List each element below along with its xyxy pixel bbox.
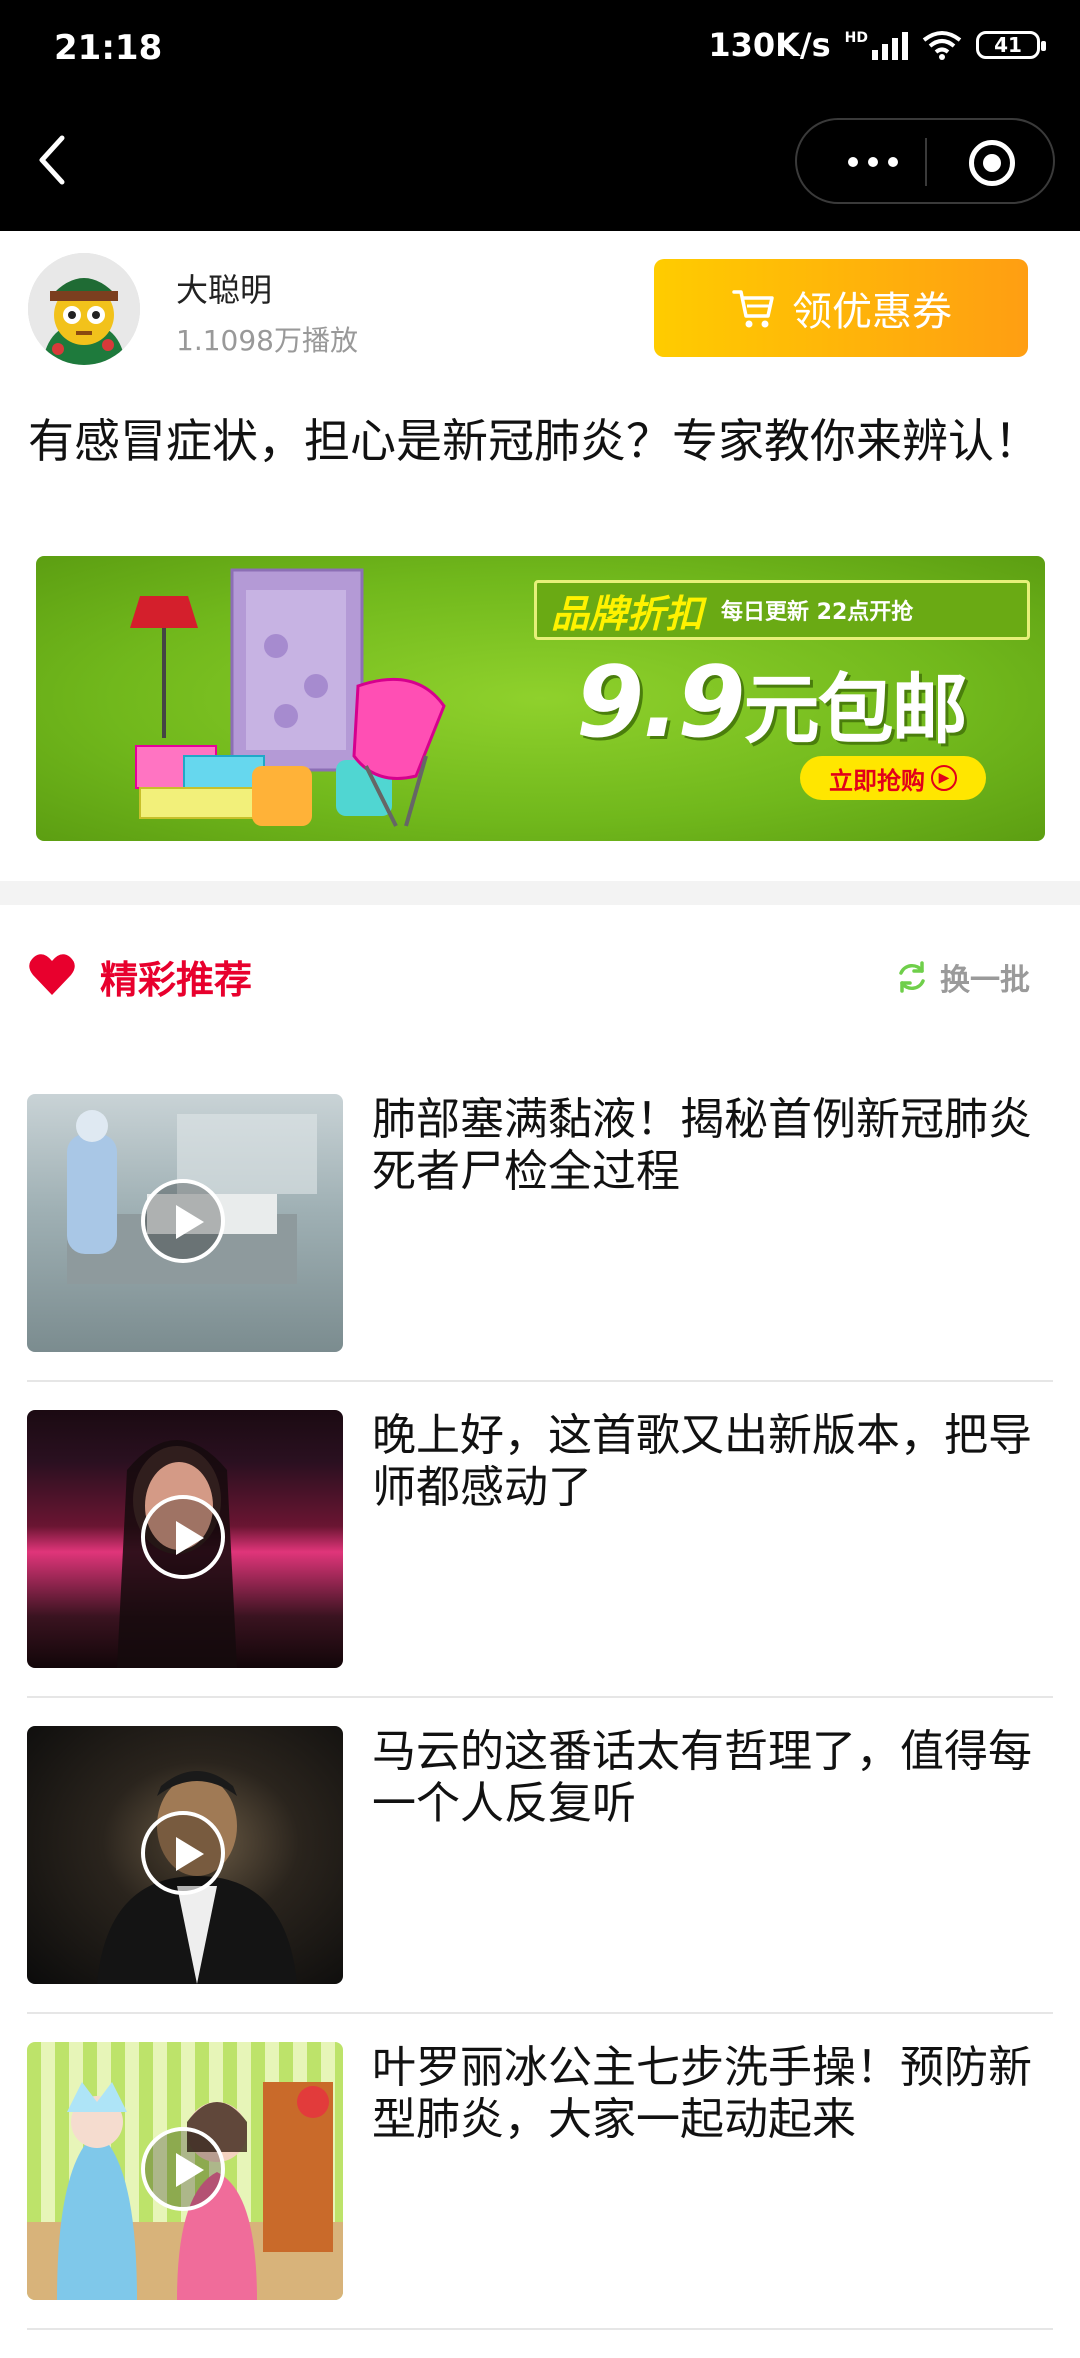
video-thumbnail[interactable] xyxy=(27,1726,343,1984)
mini-program-capsule xyxy=(795,118,1055,204)
banner-price-value: 9.9 xyxy=(576,646,746,760)
article-title: 有感冒症状，担心是新冠肺炎？专家教你来辨认！ xyxy=(28,414,1040,468)
list-item[interactable]: 晚上好，这首歌又出新版本，把导师都感动了 xyxy=(0,1410,1080,1726)
banner-tag-sub: 每日更新 22点开抢 xyxy=(721,600,914,625)
video-thumbnail[interactable] xyxy=(27,1410,343,1668)
chevron-left-icon[interactable] xyxy=(34,130,74,190)
item-separator xyxy=(27,2012,1053,2014)
item-separator xyxy=(27,1380,1053,1382)
list-item[interactable]: 肺部塞满黏液！揭秘首例新冠肺炎死者尸检全过程 xyxy=(0,1094,1080,1410)
item-separator xyxy=(27,1696,1053,1698)
banner-tag-title: 品牌折扣 xyxy=(551,591,704,636)
author-name[interactable]: 大聪明 xyxy=(176,265,272,311)
target-circle-icon[interactable] xyxy=(969,140,1015,186)
avatar[interactable] xyxy=(28,253,140,365)
banner-cta-label: 立即抢购 xyxy=(829,766,925,795)
capsule-divider xyxy=(925,138,927,186)
signal-icon: HD xyxy=(845,30,908,60)
wifi-icon xyxy=(922,31,962,60)
refresh-label: 换一批 xyxy=(940,963,1030,998)
promo-banner[interactable]: 品牌折扣 每日更新 22点开抢 9.9元包邮 立即抢购 ▶ xyxy=(36,556,1045,841)
item-title[interactable]: 叶罗丽冰公主七步洗手操！预防新型肺炎，大家一起动起来 xyxy=(372,2042,1032,2146)
banner-tag: 品牌折扣 每日更新 22点开抢 xyxy=(534,580,1030,640)
coupon-label: 领优惠券 xyxy=(792,289,952,335)
author-row: 大聪明 1.1098万播放 领优惠券 xyxy=(0,231,1080,371)
banner-buy-now-button[interactable]: 立即抢购 ▶ xyxy=(800,756,986,800)
network-speed: 130K/s xyxy=(708,26,831,64)
banner-price: 9.9元包邮 xyxy=(576,646,968,760)
more-dots-icon[interactable] xyxy=(833,144,913,180)
play-icon[interactable] xyxy=(141,1179,225,1263)
recommend-header: 精彩推荐 换一批 xyxy=(0,905,1080,1035)
item-title[interactable]: 晚上好，这首歌又出新版本，把导师都感动了 xyxy=(372,1410,1032,1514)
heart-icon xyxy=(29,954,75,995)
refresh-batch-button[interactable]: 换一批 xyxy=(894,955,1030,999)
video-thumbnail[interactable] xyxy=(27,1094,343,1352)
signal-badge: HD xyxy=(844,30,868,46)
item-title[interactable]: 马云的这番话太有哲理了，值得每一个人反复听 xyxy=(372,1726,1032,1830)
status-icons: 130K/s HD 41 xyxy=(708,26,1046,64)
recommend-list: 肺部塞满黏液！揭秘首例新冠肺炎死者尸检全过程 晚上好，这首歌又出新版本，把导师都… xyxy=(0,1094,1080,2358)
recommend-title: 精彩推荐 xyxy=(100,958,253,1002)
avatar-image xyxy=(28,253,140,365)
refresh-icon xyxy=(899,961,925,993)
status-time: 21:18 xyxy=(54,28,163,68)
section-divider xyxy=(0,881,1080,905)
arrow-right-icon: ▶ xyxy=(931,765,957,791)
list-item[interactable]: 叶罗丽冰公主七步洗手操！预防新型肺炎，大家一起动起来 xyxy=(0,2042,1080,2358)
banner-price-unit: 元包邮 xyxy=(743,665,968,754)
list-item[interactable]: 马云的这番话太有哲理了，值得每一个人反复听 xyxy=(0,1726,1080,2042)
play-icon[interactable] xyxy=(141,1495,225,1579)
get-coupon-button[interactable]: 领优惠券 xyxy=(654,259,1028,357)
play-count: 1.1098万播放 xyxy=(176,324,358,357)
play-icon[interactable] xyxy=(141,2127,225,2211)
banner-products-image xyxy=(130,568,446,827)
item-separator xyxy=(27,2328,1053,2330)
cart-icon xyxy=(732,290,774,328)
battery-level: 41 xyxy=(994,33,1022,57)
item-title[interactable]: 肺部塞满黏液！揭秘首例新冠肺炎死者尸检全过程 xyxy=(372,1094,1032,1198)
play-icon[interactable] xyxy=(141,1811,225,1895)
top-bar: 21:18 130K/s HD 41 xyxy=(0,0,1080,231)
video-thumbnail[interactable] xyxy=(27,2042,343,2300)
battery-icon: 41 xyxy=(976,31,1046,59)
